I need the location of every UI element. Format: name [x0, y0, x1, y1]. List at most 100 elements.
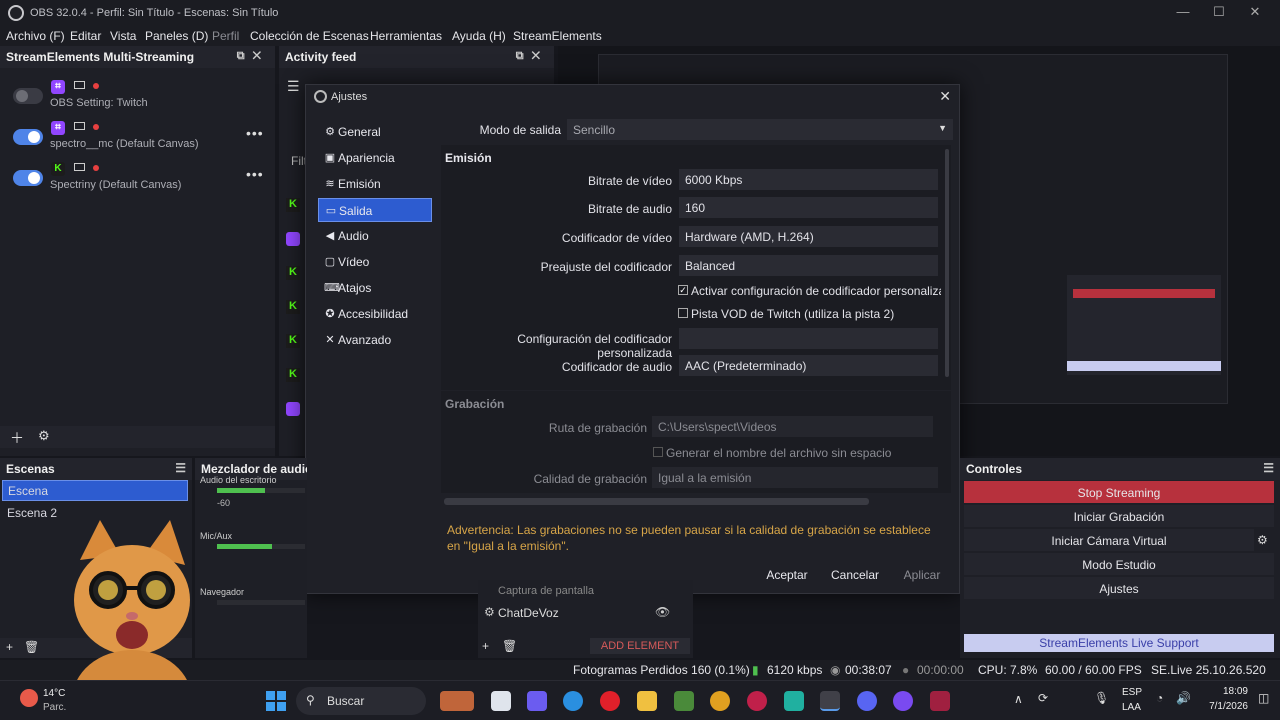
stream-toggle[interactable] — [13, 88, 43, 104]
apply-button[interactable]: Aplicar — [894, 564, 950, 586]
chevron-up-icon[interactable]: ∧ — [1014, 692, 1023, 706]
search-box[interactable]: ⚲ Buscar — [296, 687, 426, 715]
chrome-icon[interactable] — [710, 691, 730, 711]
clock-time[interactable]: 18:09 — [1210, 686, 1248, 697]
app-icon[interactable] — [930, 691, 950, 711]
scene-item[interactable]: Escena — [2, 480, 188, 501]
add-icon[interactable]: + — [482, 639, 489, 653]
more-options-icon[interactable]: ••• — [246, 166, 264, 182]
notifications-icon[interactable]: ◫ — [1258, 691, 1269, 705]
maximize-icon[interactable]: ☐ — [1204, 4, 1234, 22]
twitch-vod-checkbox[interactable] — [678, 308, 688, 318]
app-thumbnail-icon[interactable] — [440, 691, 474, 711]
close-window-icon[interactable]: ✕ — [1240, 4, 1270, 22]
stream-target-row[interactable]: ⌗ spectro__mc (Default Canvas) ••• — [0, 117, 275, 155]
live-support-button[interactable]: StreamElements Live Support — [964, 634, 1274, 652]
app-icon[interactable] — [784, 691, 804, 711]
custom-encoder-checkbox[interactable]: ✓ — [678, 285, 688, 295]
dock-buttons[interactable]: ⧉✕ — [516, 50, 548, 63]
encoder-preset-select[interactable]: Balanced — [679, 255, 938, 276]
add-icon[interactable]: + — [6, 640, 13, 654]
menu-item[interactable]: Editar — [70, 29, 101, 43]
menu-item[interactable]: StreamElements — [513, 29, 602, 43]
eye-icon[interactable]: 👁 — [655, 605, 670, 619]
audio-bitrate-select[interactable]: 160 — [679, 197, 938, 218]
nav-item-hotkeys[interactable]: ⌨ Atajos — [318, 276, 432, 300]
output-mode-value: Sencillo — [573, 123, 616, 137]
minimize-icon[interactable]: — — [1168, 4, 1198, 22]
opera-icon[interactable] — [600, 691, 620, 711]
stream-toggle[interactable] — [13, 170, 43, 186]
horizontal-scrollbar[interactable] — [444, 498, 869, 505]
start-recording-button[interactable]: Iniciar Grabación — [964, 505, 1274, 527]
language-code[interactable]: ESP — [1122, 687, 1142, 698]
stream-toggle[interactable] — [13, 129, 43, 145]
menu-item[interactable]: Vista — [110, 29, 136, 43]
stream-target-row[interactable]: ⌗ OBS Setting: Twitch — [0, 76, 275, 114]
custom-encoder-settings-input[interactable] — [679, 328, 938, 349]
nav-item-video[interactable]: ▢ Vídeo — [318, 250, 432, 274]
output-mode-select[interactable]: Sencillo ▼ — [567, 119, 953, 140]
hamburger-icon[interactable]: ☰ — [287, 78, 300, 95]
source-item[interactable]: ChatDeVoz — [498, 606, 559, 620]
menu-item[interactable]: Herramientas — [370, 29, 442, 43]
menu-bar: Archivo (F) Editar Vista Paneles (D) Per… — [0, 26, 1280, 46]
gear-icon[interactable]: ⚙ — [1257, 533, 1268, 547]
dock-menu-icon[interactable]: ☰ — [1263, 461, 1274, 475]
menu-item[interactable]: Ayuda (H) — [452, 29, 506, 43]
menu-item[interactable]: Colección de Escenas — [250, 29, 369, 43]
menu-item[interactable]: Perfil — [212, 29, 239, 43]
chat-app-icon[interactable] — [893, 691, 913, 711]
microphone-icon[interactable]: 🎙 — [1094, 691, 1109, 705]
menu-item[interactable]: Archivo (F) — [6, 29, 65, 43]
nav-item-accessibility[interactable]: ✪ Accesibilidad — [318, 302, 432, 326]
kick-icon: K — [286, 334, 300, 348]
clock-date[interactable]: 7/1/2026 — [1200, 701, 1248, 712]
studio-mode-button[interactable]: Modo Estudio — [964, 553, 1274, 575]
dock-menu-icon[interactable]: ☰ — [175, 461, 186, 475]
ok-button[interactable]: Aceptar — [757, 564, 817, 586]
audio-encoder-select[interactable]: AAC (Predeterminado) — [679, 355, 938, 376]
nav-item-stream[interactable]: ≋ Emisión — [318, 172, 432, 196]
nav-item-appearance[interactable]: ▣ Apariencia — [318, 146, 432, 170]
copilot-icon[interactable] — [527, 691, 547, 711]
add-element-button[interactable]: ADD ELEMENT — [590, 638, 690, 654]
volume-icon[interactable]: 🔊 — [1176, 691, 1191, 705]
more-options-icon[interactable]: ••• — [246, 125, 264, 141]
video-bitrate-input[interactable]: 6000 Kbps — [679, 169, 938, 190]
rec-path-input[interactable]: C:\Users\spect\Videos — [652, 416, 933, 437]
wifi-icon[interactable]: ◔ — [1156, 691, 1163, 705]
nav-item-advanced[interactable]: ✕ Avanzado — [318, 328, 432, 352]
network-icon[interactable]: ⟳ — [1038, 691, 1048, 705]
source-item[interactable]: Captura de pantalla — [498, 585, 594, 597]
keyboard-layout[interactable]: LAA — [1122, 702, 1141, 713]
windows-start-icon[interactable] — [266, 691, 286, 711]
folder-icon[interactable] — [637, 691, 657, 711]
minecraft-icon[interactable] — [674, 691, 694, 711]
gear-icon[interactable]: ⚙ — [484, 605, 495, 619]
discord-icon[interactable] — [857, 691, 877, 711]
menu-item[interactable]: Paneles (D) — [145, 29, 208, 43]
video-encoder-select[interactable]: Hardware (AMD, H.264) — [679, 226, 938, 247]
trash-icon[interactable]: 🗑 — [24, 640, 39, 654]
no-space-checkbox[interactable] — [653, 447, 663, 457]
trash-icon[interactable]: 🗑 — [502, 639, 517, 653]
stream-target-row[interactable]: K Spectriny (Default Canvas) ••• — [0, 158, 275, 196]
start-virtual-camera-button[interactable]: Iniciar Cámara Virtual — [964, 529, 1254, 551]
opera-gx-icon[interactable] — [747, 691, 767, 711]
gear-icon[interactable]: ⚙ — [38, 428, 50, 444]
vertical-scrollbar[interactable] — [945, 149, 949, 377]
edge-icon[interactable] — [563, 691, 583, 711]
settings-button[interactable]: Ajustes — [964, 577, 1274, 599]
obs-taskbar-icon[interactable] — [820, 691, 840, 711]
nav-item-audio[interactable]: ◀ Audio — [318, 224, 432, 248]
nav-item-general[interactable]: ⚙ General — [318, 120, 432, 144]
rec-quality-select[interactable]: Igual a la emisión — [652, 467, 938, 488]
cancel-button[interactable]: Cancelar — [824, 564, 886, 586]
dock-buttons[interactable]: ⧉✕ — [237, 50, 269, 63]
close-icon[interactable]: ✕ — [939, 88, 951, 105]
nav-item-output[interactable]: ▭ Salida — [318, 198, 432, 222]
add-icon[interactable]: ＋ — [10, 428, 24, 448]
stop-streaming-button[interactable]: Stop Streaming — [964, 481, 1274, 503]
task-view-icon[interactable] — [491, 691, 511, 711]
